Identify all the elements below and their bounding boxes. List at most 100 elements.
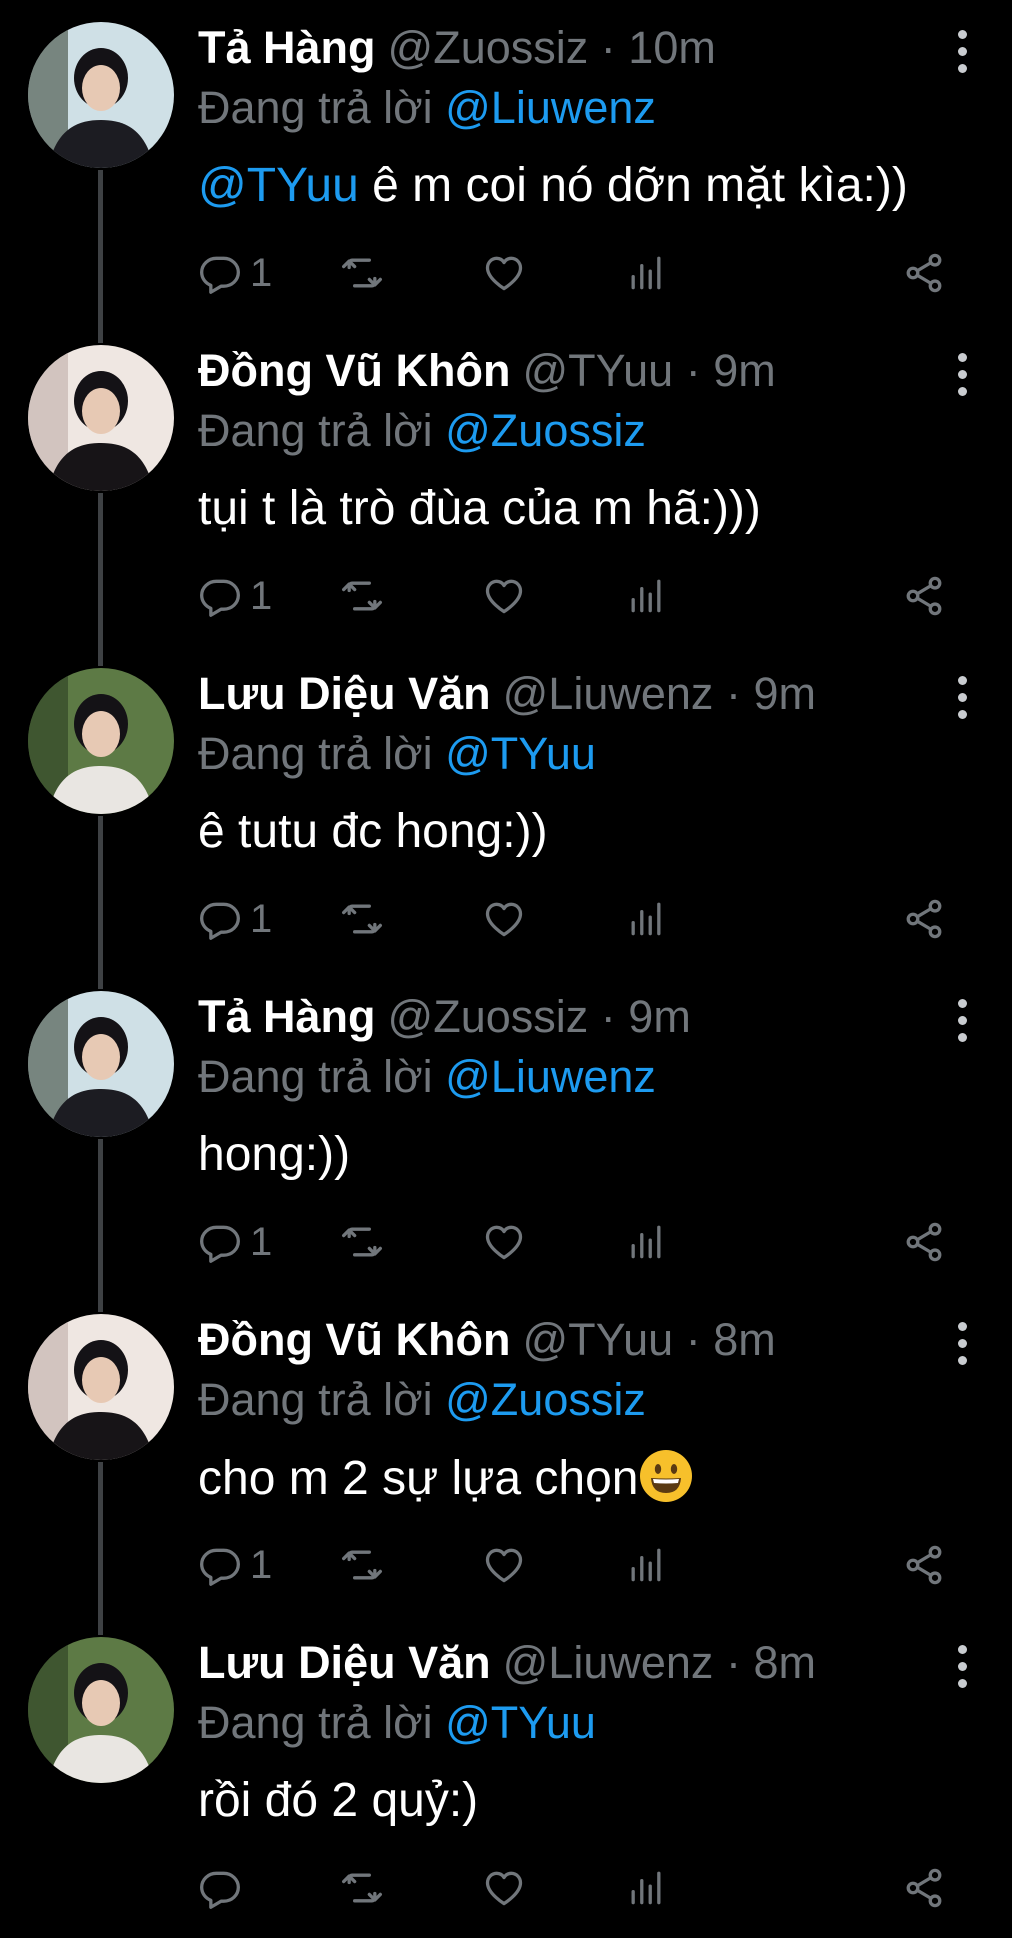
heart-icon (485, 1871, 523, 1906)
retweet-button[interactable] (340, 1863, 384, 1913)
tweet-text-content: rồi đó 2 quỷ:) (198, 1774, 479, 1827)
views-button[interactable] (624, 1540, 668, 1590)
like-button[interactable] (482, 571, 526, 621)
more-vertical-icon[interactable] (958, 1322, 968, 1366)
reply-button[interactable] (198, 1863, 250, 1913)
display-name[interactable]: Đồng Vũ Khôn (198, 1314, 510, 1365)
tweet-actions: 1 (198, 1217, 958, 1267)
bar-chart-icon (631, 902, 661, 936)
username[interactable]: @TYuu (522, 345, 673, 396)
avatar[interactable] (28, 1314, 174, 1460)
timestamp[interactable]: 8m (713, 1314, 776, 1365)
timestamp[interactable]: 10m (628, 22, 716, 73)
avatar[interactable] (28, 22, 174, 168)
replying-to-mention[interactable]: @Liuwenz (445, 1051, 656, 1102)
username[interactable]: @TYuu (522, 1314, 673, 1365)
share-button[interactable] (902, 248, 946, 298)
retweet-button[interactable] (340, 894, 384, 944)
timestamp[interactable]: 9m (713, 345, 776, 396)
views-button[interactable] (624, 248, 668, 298)
like-button[interactable] (482, 248, 526, 298)
reply-button[interactable]: 1 (198, 894, 272, 944)
like-button[interactable] (482, 1863, 526, 1913)
display-name[interactable]: Đồng Vũ Khôn (198, 345, 510, 396)
bar-chart-icon (631, 579, 661, 613)
tweet[interactable]: Tả Hàng @Zuossiz · 10m Đang trả lời @Liuw… (0, 0, 1012, 323)
tweet[interactable]: Tả Hàng @Zuossiz · 9m Đang trả lời @Liuwe… (0, 969, 1012, 1292)
tweet-header: Lưu Diệu Văn @Liuwenz · 8m (198, 1635, 816, 1691)
separator-dot: · (685, 1314, 701, 1365)
avatar[interactable] (28, 1637, 174, 1783)
timestamp[interactable]: 9m (628, 991, 691, 1042)
speech-bubble-icon (200, 256, 240, 294)
tweet-actions: 1 (198, 894, 958, 944)
replying-to-label: Đang trả lời (198, 728, 433, 779)
display-name[interactable]: Tả Hàng (198, 991, 376, 1042)
retweet-button[interactable] (340, 571, 384, 621)
retweet-button[interactable] (340, 1217, 384, 1267)
share-button[interactable] (902, 1540, 946, 1590)
display-name[interactable]: Lưu Diệu Văn (198, 1637, 491, 1688)
replying-to: Đang trả lời @Zuossiz (198, 1372, 646, 1428)
username[interactable]: @Liuwenz (503, 668, 714, 719)
avatar[interactable] (28, 345, 174, 491)
username[interactable]: @Liuwenz (503, 1637, 714, 1688)
tweet[interactable]: Lưu Diệu Văn @Liuwenz · 9m Đang trả lời @… (0, 646, 1012, 969)
reply-button[interactable]: 1 (198, 1540, 272, 1590)
separator-dot: · (725, 1637, 741, 1688)
replying-to-mention[interactable]: @Zuossiz (445, 405, 646, 456)
share-button[interactable] (902, 1863, 946, 1913)
tweet[interactable]: Lưu Diệu Văn @Liuwenz · 8m Đang trả lời @… (0, 1615, 1012, 1938)
tweet-header: Lưu Diệu Văn @Liuwenz · 9m (198, 666, 816, 722)
share-button[interactable] (902, 894, 946, 944)
reply-button[interactable]: 1 (198, 571, 272, 621)
speech-bubble-icon (200, 1871, 240, 1909)
timestamp[interactable]: 8m (753, 1637, 816, 1688)
more-vertical-icon[interactable] (958, 676, 968, 720)
replying-to-label: Đang trả lời (198, 405, 433, 456)
avatar[interactable] (28, 991, 174, 1137)
tweet-actions: 1 (198, 248, 958, 298)
display-name[interactable]: Tả Hàng (198, 22, 376, 73)
tweet[interactable]: Đồng Vũ Khôn @TYuu · 9m Đang trả lời @Zuo… (0, 323, 1012, 646)
timestamp[interactable]: 9m (753, 668, 816, 719)
username[interactable]: @Zuossiz (388, 991, 589, 1042)
like-button[interactable] (482, 1540, 526, 1590)
replying-to-mention[interactable]: @Liuwenz (445, 82, 656, 133)
replying-to-mention[interactable]: @TYuu (445, 1697, 596, 1748)
reply-count: 1 (250, 573, 273, 618)
tweet-header: Tả Hàng @Zuossiz · 10m (198, 20, 716, 76)
replying-to-label: Đang trả lời (198, 1697, 433, 1748)
views-button[interactable] (624, 1863, 668, 1913)
reply-button[interactable]: 1 (198, 1217, 272, 1267)
more-vertical-icon[interactable] (958, 1645, 968, 1689)
heart-icon (485, 1548, 523, 1583)
tweet-mention[interactable]: @TYuu (198, 159, 359, 212)
avatar[interactable] (28, 668, 174, 814)
reply-button[interactable]: 1 (198, 248, 272, 298)
username[interactable]: @Zuossiz (388, 22, 589, 73)
tweet-text: ê tutu đc hong:)) (198, 802, 548, 862)
separator-dot: · (685, 345, 701, 396)
share-button[interactable] (902, 1217, 946, 1267)
retweet-icon (342, 581, 382, 611)
retweet-icon (342, 1550, 382, 1580)
more-vertical-icon[interactable] (958, 999, 968, 1043)
tweet[interactable]: Đồng Vũ Khôn @TYuu · 8m Đang trả lời @Zuo… (0, 1292, 1012, 1615)
like-button[interactable] (482, 894, 526, 944)
more-vertical-icon[interactable] (958, 30, 968, 74)
replying-to-mention[interactable]: @TYuu (445, 728, 596, 779)
avatar-image (28, 991, 174, 1137)
replying-to-mention[interactable]: @Zuossiz (445, 1374, 646, 1425)
views-button[interactable] (624, 571, 668, 621)
retweet-button[interactable] (340, 1540, 384, 1590)
views-button[interactable] (624, 894, 668, 944)
like-button[interactable] (482, 1217, 526, 1267)
avatar-image (28, 1637, 174, 1783)
share-button[interactable] (902, 571, 946, 621)
more-vertical-icon[interactable] (958, 353, 968, 397)
display-name[interactable]: Lưu Diệu Văn (198, 668, 491, 719)
retweet-button[interactable] (340, 248, 384, 298)
grinning-face-emoji (640, 1450, 693, 1502)
views-button[interactable] (624, 1217, 668, 1267)
